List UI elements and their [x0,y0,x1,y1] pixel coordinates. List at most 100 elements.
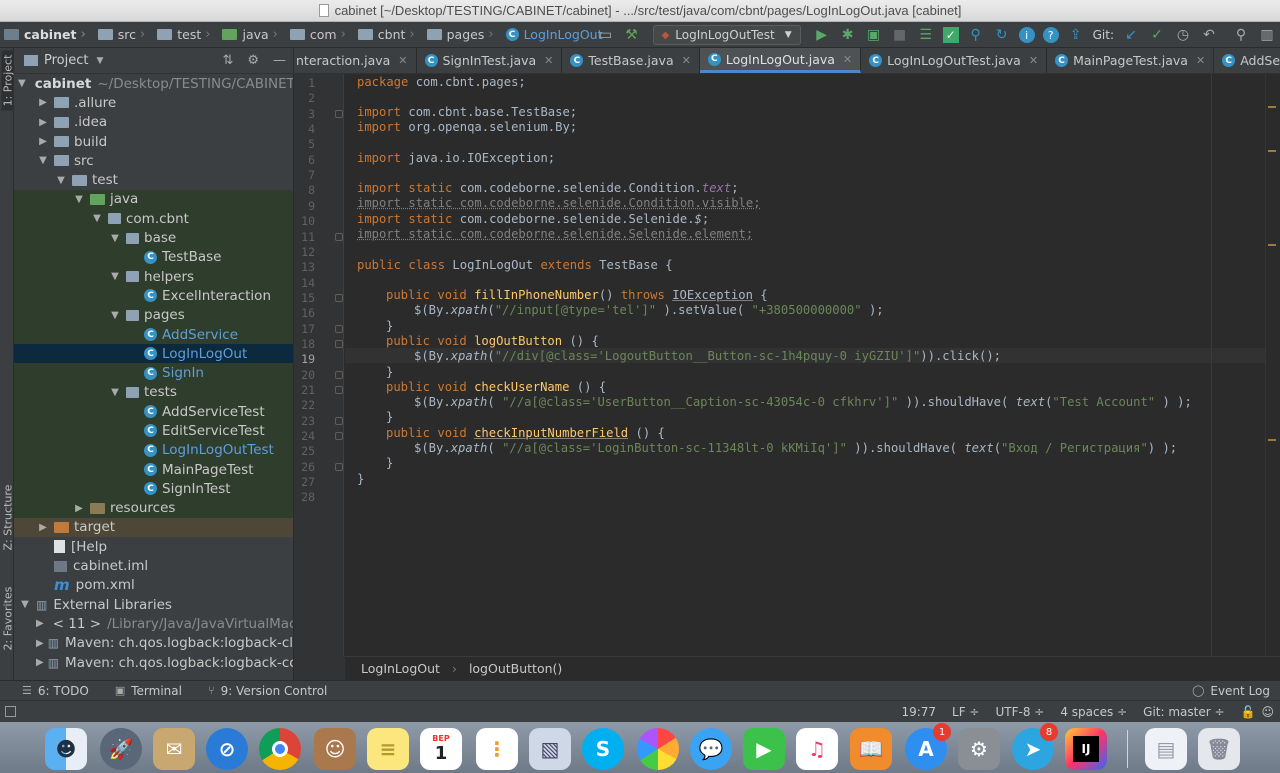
git-branch-select[interactable]: Git: master ÷ [1143,705,1224,719]
editor-tab[interactable]: CAddService.java✕ [1214,48,1280,73]
chrome-icon[interactable] [259,728,301,770]
chevron-right-icon[interactable]: ▶ [36,638,44,649]
contacts-icon[interactable]: ☺ [314,728,356,770]
line-number[interactable]: 4 [285,122,315,136]
close-icon[interactable]: ✕ [398,54,407,67]
caret-position[interactable]: 19:77 [901,705,936,719]
line-number[interactable]: 25 [285,444,315,458]
system-preferences-icon[interactable]: ⚙ [958,728,1000,770]
ide-sidebar-icon[interactable]: ▥ [1258,26,1276,44]
skype-icon[interactable]: S [582,728,624,770]
line-separator-select[interactable]: LF ÷ [952,705,979,719]
fold-marker-icon[interactable] [335,339,343,348]
line-number[interactable]: 20 [285,368,315,382]
info-icon[interactable]: i [1018,27,1035,43]
inspector-icon[interactable]: ☺ [1261,705,1274,719]
tree-item[interactable]: ▼ java [14,189,293,210]
fold-marker-icon[interactable] [335,109,343,118]
facetime-icon[interactable]: ▶ [743,728,785,770]
tree-item[interactable]: C MainPageTest [14,459,293,480]
fold-marker-icon[interactable] [335,462,343,471]
chevron-right-icon[interactable]: ▶ [36,522,50,533]
chevron-right-icon[interactable]: ▶ [36,117,50,128]
crumb-test[interactable]: test › [157,27,216,42]
line-number[interactable]: 19 [285,352,315,366]
tree-item[interactable]: ▶ .idea [14,113,293,132]
tree-item[interactable]: ▼ src [14,151,293,170]
line-number[interactable]: 3 [285,107,315,121]
fold-marker-icon[interactable] [335,370,343,379]
line-number[interactable]: 9 [285,199,315,213]
editor-tab[interactable]: C TestBase.java ✕ [562,48,700,73]
git-update-icon[interactable]: ↙ [1122,26,1140,44]
hide-panel-icon[interactable]: — [273,53,286,68]
tree-item[interactable]: C SignInTest [14,479,293,499]
tree-item[interactable]: ▼ pages [14,305,293,325]
line-number[interactable]: 22 [285,398,315,412]
help-icon[interactable]: ? [1042,27,1059,43]
line-number[interactable]: 6 [285,153,315,167]
chevron-down-icon[interactable]: ▼ [18,78,26,89]
tree-item[interactable]: ▼ cabinet ~/Desktop/TESTING/CABINET [14,74,293,93]
project-view-selector[interactable]: Project [44,53,88,68]
search-icon[interactable]: ⚲ [1232,26,1250,44]
fold-marker-icon[interactable] [335,324,343,333]
chevron-right-icon[interactable]: ▶ [36,136,50,147]
fold-marker-icon[interactable] [335,293,343,302]
finder-icon[interactable]: ☻ [45,728,87,770]
tree-item[interactable]: ▼ tests [14,382,293,403]
chevron-down-icon[interactable]: ▼ [54,175,68,186]
books-icon[interactable]: 📖 [850,728,892,770]
chevron-down-icon[interactable]: ▼ [108,310,122,321]
preview-icon[interactable]: ▧ [529,728,571,770]
tree-item[interactable]: C EditServiceTest [14,421,293,441]
line-number[interactable]: 5 [285,137,315,151]
todo-tool-button[interactable]: ☰ 6: TODO [22,684,89,698]
chevron-down-icon[interactable]: ▼ [36,155,50,166]
fold-marker-icon[interactable] [335,416,343,425]
tree-item[interactable]: ▶ < 11 > /Library/Java/JavaVirtualMac [14,614,293,633]
document-stack-icon[interactable]: ▤ [1145,728,1187,770]
tree-item[interactable]: ▼ com.cbnt [14,209,293,229]
app-store-icon[interactable]: A1 [905,723,951,770]
editor-tab[interactable]: C SignInTest.java ✕ [417,48,563,73]
crumb-pages[interactable]: pages › [426,27,500,42]
git-commit-icon[interactable]: ✓ [1148,26,1166,44]
fold-marker-icon[interactable] [335,386,343,394]
tree-item[interactable]: C SignIn [14,363,293,383]
chevron-down-icon[interactable]: ▼ [90,213,104,224]
launchpad-icon[interactable]: 🚀 [100,728,142,770]
close-icon[interactable]: ✕ [682,54,691,67]
fold-marker-icon[interactable] [335,432,343,441]
safari-icon[interactable]: ⊘ [206,728,248,770]
line-number[interactable]: 27 [285,475,315,489]
event-log-button[interactable]: ◯ Event Log [1192,684,1270,698]
toggle-tool-windows-icon[interactable] [5,706,16,717]
warning-mark[interactable] [1268,244,1276,246]
tree-item[interactable]: ▼ base [14,228,293,248]
error-stripe[interactable] [1265,74,1280,656]
refresh-icon[interactable]: ↻ [993,26,1011,44]
chevron-right-icon[interactable]: ▶ [36,618,44,629]
tree-item[interactable]: [Help [14,537,293,556]
tree-item[interactable]: ▶ target [14,517,293,538]
tree-item[interactable]: C LogInLogOut [14,344,293,364]
close-icon[interactable]: ✕ [1029,54,1038,67]
mail-stamp-icon[interactable]: ✉ [153,728,195,770]
chevron-down-icon[interactable]: ▼ [72,194,86,205]
line-number[interactable]: 1 [285,76,315,90]
chevron-right-icon[interactable]: ▶ [72,503,86,514]
run-configuration-select[interactable]: ◆ LogInLogOutTest ▼ [652,25,801,45]
tree-item[interactable]: C ExcelInteraction [14,286,293,306]
breadcrumb-method[interactable]: logOutButton() [469,661,562,676]
tree-item[interactable]: m pom.xml [14,576,293,595]
line-number[interactable]: 28 [285,490,315,504]
tree-item[interactable]: ▶ build [14,132,293,151]
tree-item[interactable]: C AddServiceTest [14,402,293,422]
warning-mark[interactable] [1268,439,1276,441]
tree-item[interactable]: ▶ resources [14,498,293,518]
trash-icon[interactable]: 🗑 [1198,728,1240,770]
crumb-cbnt[interactable]: cbnt › [357,27,421,42]
line-number[interactable]: 14 [285,276,315,290]
lock-icon[interactable]: 🔓 [1241,705,1256,719]
